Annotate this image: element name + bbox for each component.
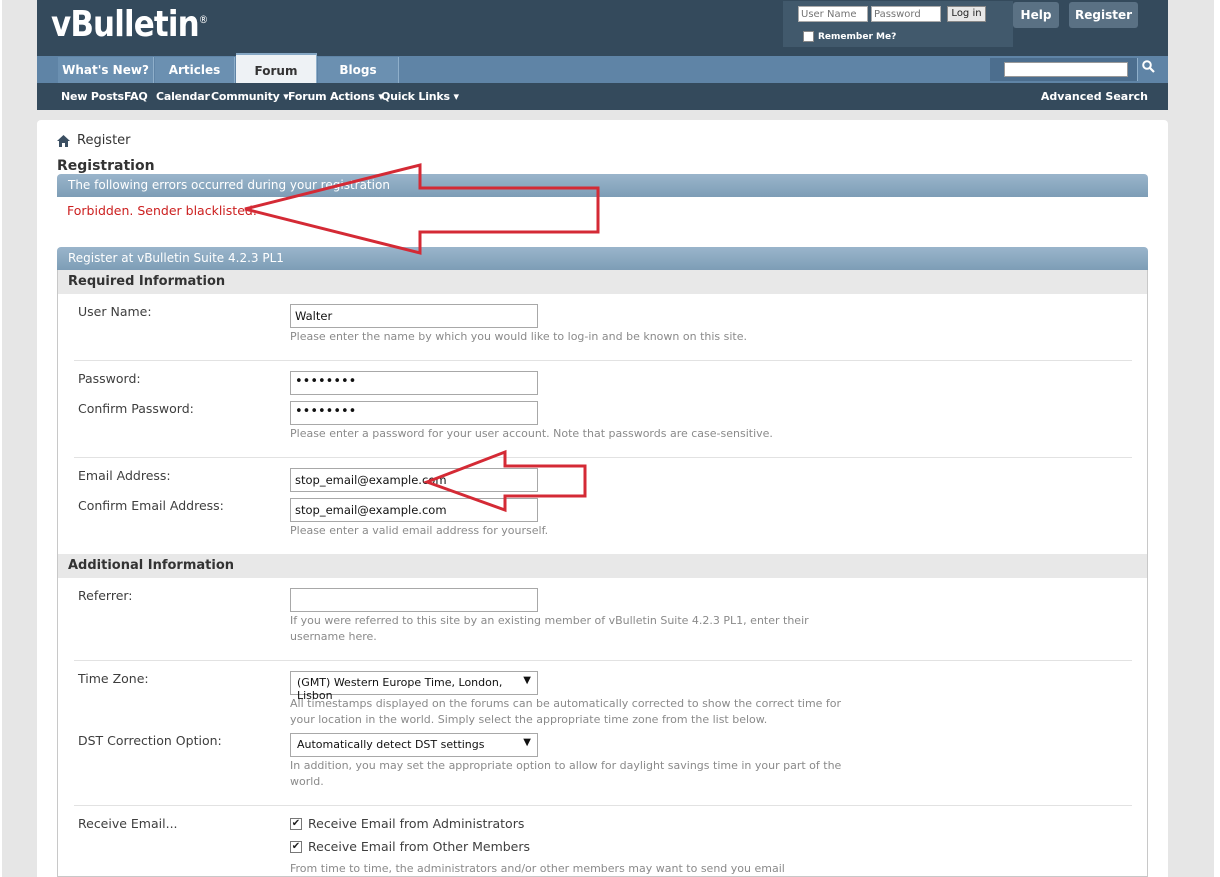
subnav-new-posts[interactable]: New Posts bbox=[61, 90, 124, 103]
dst-hint-line1: In addition, you may set the appropriate… bbox=[290, 759, 842, 772]
login-username-input[interactable] bbox=[798, 6, 868, 22]
username-hint: Please enter the name by which you would… bbox=[290, 330, 748, 343]
error-message: Forbidden. Sender blacklisted. bbox=[67, 203, 257, 218]
timezone-hint-line2: your location in the world. Simply selec… bbox=[290, 713, 768, 726]
breadcrumb-current: Register bbox=[77, 133, 131, 148]
divider bbox=[74, 660, 1132, 661]
receive-admin-email[interactable]: ✔ Receive Email from Administrators bbox=[290, 816, 524, 831]
dst-hint-line2: world. bbox=[290, 775, 324, 788]
vbulletin-logo[interactable]: vBulletin® bbox=[51, 4, 208, 45]
timezone-select[interactable]: (GMT) Western Europe Time, London, Lisbo… bbox=[290, 671, 538, 702]
timezone-label: Time Zone: bbox=[78, 671, 149, 686]
required-info-heading: Required Information bbox=[58, 270, 1147, 294]
home-icon[interactable] bbox=[57, 134, 70, 147]
referrer-input[interactable] bbox=[290, 588, 538, 612]
login-box: Log in Remember Me? bbox=[783, 1, 1013, 47]
tab-forum[interactable]: Forum bbox=[236, 53, 317, 83]
dropdown-arrow-icon: ▼ bbox=[523, 737, 531, 748]
checkbox-checked-icon[interactable]: ✔ bbox=[290, 840, 302, 853]
subnav-quick-links[interactable]: Quick Links ▾ bbox=[381, 90, 459, 103]
referrer-hint-line1: If you were referred to this site by an … bbox=[290, 614, 809, 627]
username-label: User Name: bbox=[78, 304, 152, 319]
confirm-email-input[interactable]: stop_email@example.com bbox=[290, 498, 538, 522]
remember-me[interactable]: Remember Me? bbox=[803, 31, 896, 42]
dst-select[interactable]: Automatically detect DST settings ▼ bbox=[290, 733, 538, 757]
dropdown-arrow-icon: ▼ bbox=[523, 675, 531, 686]
receive-email-label: Receive Email... bbox=[78, 816, 178, 831]
remember-me-label: Remember Me? bbox=[818, 31, 897, 42]
nav-search-input[interactable] bbox=[1004, 62, 1128, 77]
login-button[interactable]: Log in bbox=[947, 6, 986, 22]
password-label: Password: bbox=[78, 371, 141, 386]
confirm-email-label: Confirm Email Address: bbox=[78, 498, 224, 513]
main-content: Register Registration The following erro… bbox=[37, 120, 1168, 877]
receive-email-hint: From time to time, the administrators an… bbox=[290, 862, 785, 875]
help-button[interactable]: Help bbox=[1013, 2, 1059, 28]
subnav-community[interactable]: Community ▾ bbox=[211, 90, 289, 103]
confirm-password-input[interactable]: •••••••• bbox=[290, 401, 538, 425]
email-label: Email Address: bbox=[78, 468, 171, 483]
checkbox-checked-icon[interactable]: ✔ bbox=[290, 817, 302, 830]
page-title: Registration bbox=[57, 158, 155, 174]
receive-member-email[interactable]: ✔ Receive Email from Other Members bbox=[290, 839, 530, 854]
register-button[interactable]: Register bbox=[1069, 2, 1138, 28]
error-heading: The following errors occurred during you… bbox=[57, 174, 1148, 197]
advanced-search-link[interactable]: Advanced Search bbox=[1041, 90, 1148, 103]
password-hint: Please enter a password for your user ac… bbox=[290, 427, 773, 440]
divider bbox=[74, 805, 1132, 806]
dst-value: Automatically detect DST settings bbox=[297, 738, 485, 751]
receive-member-email-label: Receive Email from Other Members bbox=[308, 839, 531, 854]
search-icon[interactable] bbox=[1137, 58, 1159, 81]
tab-articles[interactable]: Articles bbox=[155, 57, 235, 83]
register-form-heading: Register at vBulletin Suite 4.2.3 PL1 bbox=[57, 247, 1148, 270]
username-input[interactable]: Walter bbox=[290, 304, 538, 328]
confirm-password-label: Confirm Password: bbox=[78, 401, 194, 416]
receive-admin-email-label: Receive Email from Administrators bbox=[308, 816, 525, 831]
timezone-hint-line1: All timestamps displayed on the forums c… bbox=[290, 697, 842, 710]
registration-form: Required Information User Name: Walter P… bbox=[57, 270, 1148, 877]
email-hint: Please enter a valid email address for y… bbox=[290, 524, 549, 537]
site-header: vBulletin® Log in Remember Me? Help Regi… bbox=[37, 0, 1168, 110]
subnav-calendar[interactable]: Calendar bbox=[156, 90, 210, 103]
dst-label: DST Correction Option: bbox=[78, 733, 222, 748]
subnav-faq[interactable]: FAQ bbox=[124, 90, 148, 103]
subnav: New Posts FAQ Calendar Community ▾ Forum… bbox=[37, 83, 1168, 110]
divider bbox=[74, 457, 1132, 458]
referrer-label: Referrer: bbox=[78, 588, 133, 603]
login-password-input[interactable] bbox=[871, 6, 941, 22]
referrer-hint-line2: username here. bbox=[290, 630, 377, 643]
tab-blogs[interactable]: Blogs bbox=[318, 57, 399, 83]
breadcrumb: Register bbox=[57, 133, 131, 148]
divider bbox=[74, 360, 1132, 361]
remember-me-checkbox[interactable] bbox=[803, 31, 814, 42]
email-input[interactable]: stop_email@example.com bbox=[290, 468, 538, 492]
additional-info-heading: Additional Information bbox=[58, 554, 1147, 578]
tab-whats-new[interactable]: What's New? bbox=[58, 57, 154, 83]
password-input[interactable]: •••••••• bbox=[290, 371, 538, 395]
navbar: What's New? Articles Forum Blogs bbox=[37, 53, 1168, 83]
nav-search bbox=[990, 58, 1159, 81]
subnav-forum-actions[interactable]: Forum Actions ▾ bbox=[288, 90, 384, 103]
